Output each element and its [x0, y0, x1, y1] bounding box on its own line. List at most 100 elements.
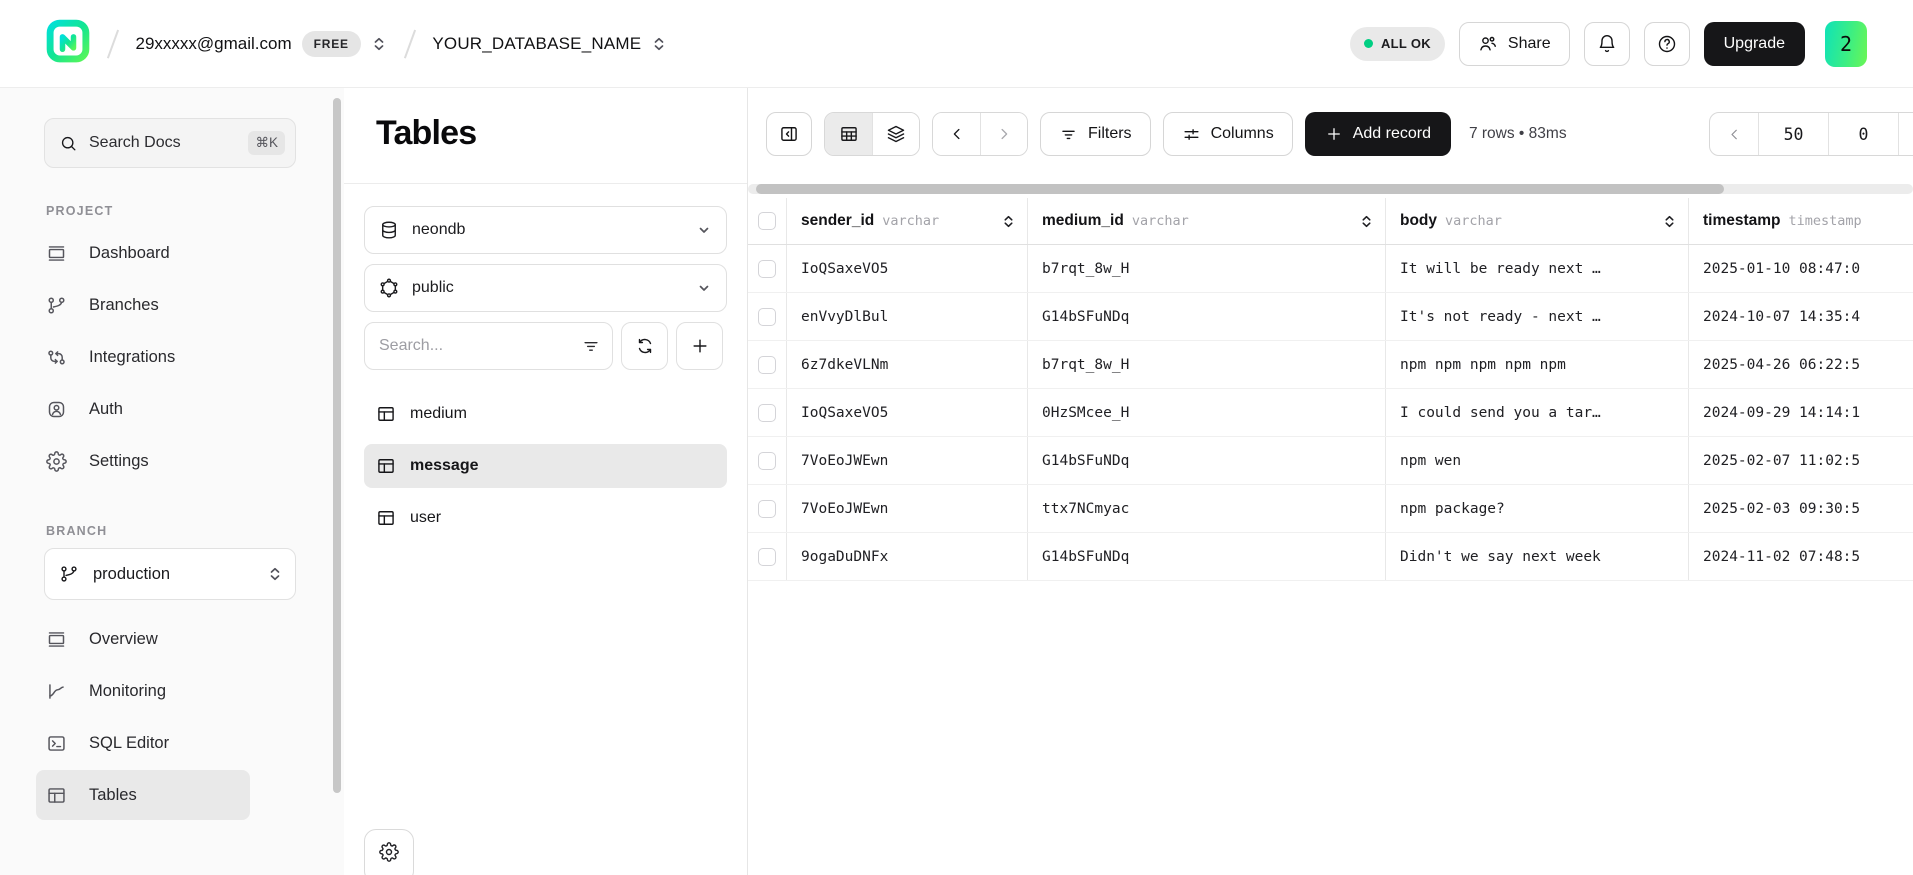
status-label: ALL OK	[1381, 36, 1431, 51]
sidebar-scrollbar[interactable]	[333, 98, 341, 793]
column-header-sender-id[interactable]: sender_id varchar	[786, 198, 1027, 244]
breadcrumb-separator	[404, 29, 416, 58]
chevron-down-icon	[696, 280, 712, 296]
history-nav	[932, 112, 1028, 156]
people-icon	[1478, 34, 1498, 54]
branch-selector-value: production	[93, 565, 170, 584]
sidebar-item-tables[interactable]: Tables	[36, 770, 250, 820]
row-checkbox[interactable]	[758, 500, 776, 518]
sidebar-item-label: Dashboard	[89, 244, 170, 263]
row-checkbox[interactable]	[758, 452, 776, 470]
neon-logo[interactable]	[46, 19, 90, 68]
table-row[interactable]: 6z7dkeVLNm b7rqt_8w_H npm npm npm npm np…	[748, 341, 1913, 389]
sidebar-item-settings[interactable]: Settings	[36, 436, 250, 486]
notifications-button[interactable]	[1584, 22, 1630, 66]
sidebar-item-label: Settings	[89, 452, 149, 471]
view-mode-switch	[824, 112, 920, 156]
notification-count: 2	[1840, 32, 1852, 56]
branch-selector[interactable]: production	[44, 548, 296, 600]
sidebar-item-integrations[interactable]: Integrations	[36, 332, 250, 382]
table-row[interactable]: 9ogaDuDNFx G14bSFuNDq Didn't we say next…	[748, 533, 1913, 581]
neon-console: 29xxxxx@gmail.com FREE YOUR_DATABASE_NAM…	[0, 0, 1913, 875]
table-view-button[interactable]	[825, 113, 872, 155]
sidebar-item-monitoring[interactable]: Monitoring	[36, 666, 250, 716]
database-name: YOUR_DATABASE_NAME	[432, 34, 641, 54]
layers-view-button[interactable]	[872, 113, 919, 155]
git-branch-icon	[59, 564, 79, 584]
table-row[interactable]: 7VoEoJWEwn ttx7NCmyac npm package? 2025-…	[748, 485, 1913, 533]
sidebar-item-label: Monitoring	[89, 682, 166, 701]
schema-select[interactable]: public	[364, 264, 727, 312]
table-icon	[376, 404, 396, 424]
table-row[interactable]: enVvyDlBul G14bSFuNDq It's not ready - n…	[748, 293, 1913, 341]
row-checkbox[interactable]	[758, 308, 776, 326]
sidebar-item-label: Auth	[89, 400, 123, 419]
upgrade-button[interactable]: Upgrade	[1704, 22, 1805, 66]
row-checkbox[interactable]	[758, 260, 776, 278]
pagination: 50 0	[1709, 112, 1913, 156]
page-size-value[interactable]: 50	[1758, 113, 1828, 155]
table-list-item-user[interactable]: user	[364, 496, 727, 540]
horizontal-scrollbar[interactable]	[748, 184, 1913, 194]
table-header-row: sender_id varchar medium_id varchar	[748, 198, 1913, 245]
page-title: Tables	[344, 88, 747, 153]
filters-button[interactable]: Filters	[1040, 112, 1151, 156]
add-table-button[interactable]	[676, 322, 723, 370]
sidebar-item-dashboard[interactable]: Dashboard	[36, 228, 250, 278]
table-row[interactable]: 7VoEoJWEwn G14bSFuNDq npm wen 2025-02-07…	[748, 437, 1913, 485]
back-button[interactable]	[933, 113, 980, 155]
columns-button[interactable]: Columns	[1163, 112, 1293, 156]
breadcrumb-account[interactable]: 29xxxxx@gmail.com FREE	[136, 31, 387, 57]
sidebar-item-sql-editor[interactable]: SQL Editor	[36, 718, 250, 768]
share-button[interactable]: Share	[1459, 22, 1570, 66]
status-dot	[1364, 39, 1373, 48]
refresh-button[interactable]	[621, 322, 668, 370]
help-button[interactable]	[1644, 22, 1690, 66]
add-record-button[interactable]: Add record	[1305, 112, 1451, 156]
table-list-item-medium[interactable]: medium	[364, 392, 727, 436]
status-badge[interactable]: ALL OK	[1350, 27, 1445, 61]
sidebar-item-label: Branches	[89, 296, 159, 315]
table-name: message	[410, 457, 479, 475]
table-search-input[interactable]	[364, 322, 613, 370]
chart-icon	[46, 681, 67, 702]
sidebar-item-auth[interactable]: Auth	[36, 384, 250, 434]
row-checkbox[interactable]	[758, 548, 776, 566]
schema-select-value: public	[412, 279, 454, 297]
table-row[interactable]: IoQSaxeVO5 0HzSMcee_H I could send you a…	[748, 389, 1913, 437]
search-docs-label: Search Docs	[89, 134, 181, 152]
sidebar-item-branches[interactable]: Branches	[36, 280, 250, 330]
table-list-item-message[interactable]: message	[364, 444, 727, 488]
notification-count-badge[interactable]: 2	[1825, 21, 1867, 67]
breadcrumb-database[interactable]: YOUR_DATABASE_NAME	[432, 34, 667, 54]
horizontal-scrollbar-thumb[interactable]	[756, 184, 1724, 194]
page-next-button[interactable]	[1898, 113, 1913, 155]
search-docs-button[interactable]: Search Docs ⌘K	[44, 118, 296, 168]
sort-icon[interactable]	[1002, 215, 1015, 228]
database-select[interactable]: neondb	[364, 206, 727, 254]
chevron-down-icon	[696, 222, 712, 238]
dashboard-icon	[46, 243, 67, 264]
forward-button[interactable]	[980, 113, 1027, 155]
tables-panel: Tables neondb public	[344, 88, 748, 875]
sort-icon[interactable]	[1360, 215, 1373, 228]
chevron-updown-icon	[267, 566, 283, 582]
git-branch-icon	[46, 295, 67, 316]
panel-settings-button[interactable]	[364, 829, 414, 875]
page-prev-button[interactable]	[1710, 113, 1758, 155]
chevron-updown-icon	[371, 36, 387, 52]
user-square-icon	[46, 399, 67, 420]
table-icon	[376, 456, 396, 476]
column-header-body[interactable]: body varchar	[1385, 198, 1688, 244]
table-row[interactable]: IoQSaxeVO5 b7rqt_8w_H It will be ready n…	[748, 245, 1913, 293]
column-header-timestamp[interactable]: timestamp timestamp	[1688, 198, 1913, 244]
select-all-checkbox[interactable]	[758, 212, 776, 230]
sort-icon[interactable]	[1663, 215, 1676, 228]
column-header-medium-id[interactable]: medium_id varchar	[1027, 198, 1385, 244]
row-checkbox[interactable]	[758, 356, 776, 374]
top-bar: 29xxxxx@gmail.com FREE YOUR_DATABASE_NAM…	[0, 0, 1913, 88]
page-offset-value[interactable]: 0	[1828, 113, 1898, 155]
sidebar-item-overview[interactable]: Overview	[36, 614, 250, 664]
row-checkbox[interactable]	[758, 404, 776, 422]
collapse-panel-button[interactable]	[766, 112, 812, 156]
